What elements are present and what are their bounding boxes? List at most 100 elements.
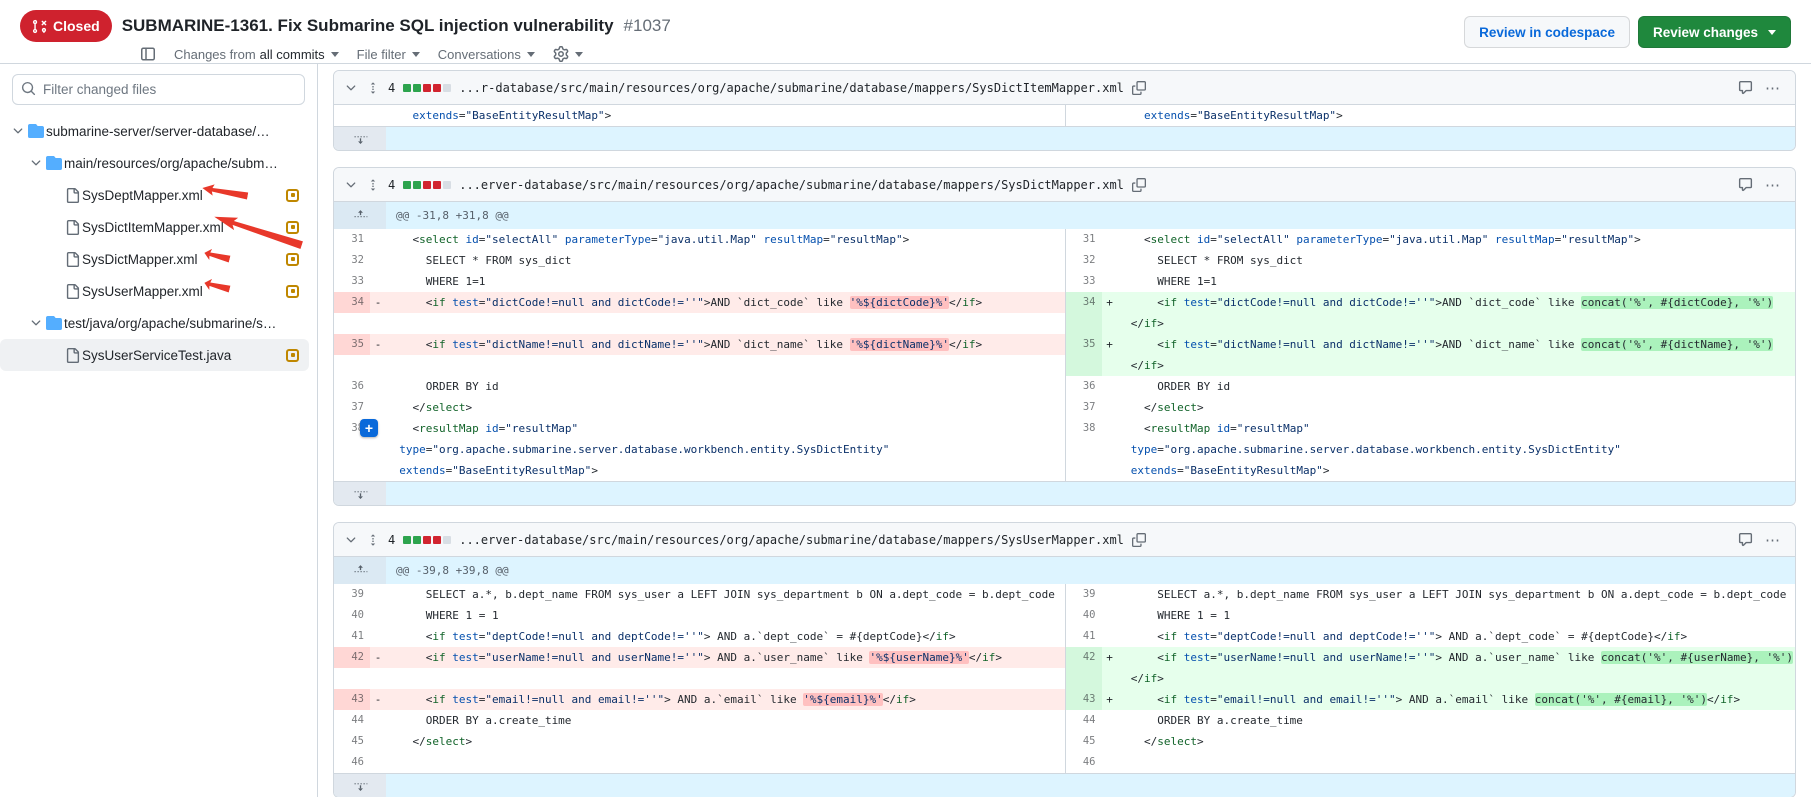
line-number[interactable]: 46: [1066, 752, 1102, 773]
review-changes-button[interactable]: Review changes: [1638, 16, 1791, 48]
line-number[interactable]: 35: [1066, 334, 1102, 355]
tree-folder-submarine-server-server-database-[interactable]: submarine-server/server-database/…: [0, 115, 309, 147]
expand-down-button[interactable]: [334, 482, 386, 505]
diff-sign: [1102, 105, 1118, 126]
line-number[interactable]: 31: [1066, 229, 1102, 250]
diff-stat-blocks: [403, 181, 451, 189]
tree-folder-test-java-org-apache-submarine-s-[interactable]: test/java/org/apache/submarine/s…: [0, 307, 309, 339]
tree-folder-main-resources-org-apache-subm-[interactable]: main/resources/org/apache/subm…: [0, 147, 309, 179]
drag-grabber-icon[interactable]: [366, 178, 380, 192]
collapse-diff-chevron-icon[interactable]: [344, 81, 358, 95]
diff-sign: +: [1102, 292, 1118, 313]
line-number[interactable]: 41: [1066, 626, 1102, 647]
diff-file-path[interactable]: ...r-database/src/main/resources/org/apa…: [459, 81, 1124, 95]
collapse-diff-chevron-icon[interactable]: [344, 178, 358, 192]
line-number[interactable]: 43: [334, 689, 370, 710]
line-number[interactable]: [1066, 668, 1102, 689]
changes-from-dropdown[interactable]: Changes from all commits: [174, 47, 339, 62]
sidebar-toggle-button[interactable]: [140, 46, 156, 62]
diff-sign: [370, 584, 386, 605]
chevron-down-icon[interactable]: [28, 156, 44, 170]
chevron-down-icon[interactable]: [10, 124, 26, 138]
diff-side-new: 39 SELECT a.*, b.dept_name FROM sys_user…: [1065, 584, 1796, 605]
chevron-down-icon[interactable]: [28, 316, 44, 330]
line-number[interactable]: 34: [1066, 292, 1102, 313]
line-number[interactable]: 36: [1066, 376, 1102, 397]
line-number[interactable]: 39: [1066, 584, 1102, 605]
comment-icon[interactable]: [1738, 80, 1753, 95]
copy-path-icon[interactable]: [1132, 178, 1146, 192]
comment-icon[interactable]: [1738, 177, 1753, 192]
diff-side-old: extends="BaseEntityResultMap">: [334, 460, 1065, 481]
line-number[interactable]: [334, 668, 370, 689]
tree-file-sysdictmapper-xml[interactable]: SysDictMapper.xml: [0, 243, 309, 275]
line-number[interactable]: 43: [1066, 689, 1102, 710]
line-number[interactable]: 33: [334, 271, 370, 292]
kebab-menu-icon[interactable]: ⋯: [1761, 531, 1785, 549]
expand-up-button[interactable]: [334, 557, 386, 584]
kebab-menu-icon[interactable]: ⋯: [1761, 79, 1785, 97]
expand-down-button[interactable]: [334, 774, 386, 797]
line-number[interactable]: [1066, 439, 1102, 460]
tree-file-sysusermapper-xml[interactable]: SysUserMapper.xml: [0, 275, 309, 307]
diff-side-old: 45 </select>: [334, 731, 1065, 752]
diff-side-old: 38 <resultMap id="resultMap": [334, 418, 1065, 439]
conversations-dropdown[interactable]: Conversations: [438, 47, 535, 62]
line-number[interactable]: 40: [334, 605, 370, 626]
copy-path-icon[interactable]: [1132, 533, 1146, 547]
line-number[interactable]: 44: [334, 710, 370, 731]
line-number[interactable]: [1066, 460, 1102, 481]
file-tree-sidebar: submarine-server/server-database/…main/r…: [0, 64, 318, 797]
line-number[interactable]: [334, 460, 370, 481]
diff-file-path[interactable]: ...erver-database/src/main/resources/org…: [459, 178, 1124, 192]
diff-settings-dropdown[interactable]: [553, 46, 583, 62]
drag-grabber-icon[interactable]: [366, 81, 380, 95]
line-number[interactable]: 45: [1066, 731, 1102, 752]
line-number[interactable]: [1066, 313, 1102, 334]
comment-icon[interactable]: [1738, 532, 1753, 547]
line-number[interactable]: 35: [334, 334, 370, 355]
expand-up-button[interactable]: [334, 202, 386, 229]
line-number[interactable]: [1066, 355, 1102, 376]
review-in-codespace-button[interactable]: Review in codespace: [1464, 16, 1630, 48]
collapse-diff-chevron-icon[interactable]: [344, 533, 358, 547]
line-number[interactable]: 46: [334, 752, 370, 773]
copy-path-icon[interactable]: [1132, 81, 1146, 95]
line-number[interactable]: 45: [334, 731, 370, 752]
line-number[interactable]: 39: [334, 584, 370, 605]
line-number[interactable]: 38: [1066, 418, 1102, 439]
line-number[interactable]: 44: [1066, 710, 1102, 731]
diff-sign: [1102, 584, 1118, 605]
line-number[interactable]: [334, 355, 370, 376]
tree-file-sysdeptmapper-xml[interactable]: SysDeptMapper.xml: [0, 179, 309, 211]
diff-file-path[interactable]: ...erver-database/src/main/resources/org…: [459, 533, 1124, 547]
expand-down-button[interactable]: [334, 127, 386, 150]
chevron-down-icon: [1768, 30, 1776, 35]
tree-file-sysuserservicetest-java[interactable]: SysUserServiceTest.java: [0, 339, 309, 371]
line-number[interactable]: 33: [1066, 271, 1102, 292]
tree-file-sysdictitemmapper-xml[interactable]: SysDictItemMapper.xml: [0, 211, 309, 243]
line-number[interactable]: 42: [334, 647, 370, 668]
file-filter-input[interactable]: [12, 74, 305, 105]
line-number[interactable]: 36: [334, 376, 370, 397]
diff-panel: 4...r-database/src/main/resources/org/ap…: [333, 70, 1796, 151]
line-number[interactable]: 37: [334, 397, 370, 418]
diff-side-new: 42+ <if test="userName!=null and userNam…: [1065, 647, 1796, 668]
line-number[interactable]: 32: [334, 250, 370, 271]
line-number[interactable]: 40: [1066, 605, 1102, 626]
file-filter-dropdown[interactable]: File filter: [357, 47, 420, 62]
line-number[interactable]: [334, 439, 370, 460]
line-number[interactable]: 41: [334, 626, 370, 647]
kebab-menu-icon[interactable]: ⋯: [1761, 176, 1785, 194]
line-number[interactable]: [1066, 105, 1102, 126]
line-number[interactable]: [334, 105, 370, 126]
drag-grabber-icon[interactable]: [366, 533, 380, 547]
diff-side-old: [334, 668, 1065, 689]
line-number[interactable]: 31: [334, 229, 370, 250]
line-number[interactable]: 37: [1066, 397, 1102, 418]
line-number[interactable]: 42: [1066, 647, 1102, 668]
line-number[interactable]: 32: [1066, 250, 1102, 271]
line-number[interactable]: 34: [334, 292, 370, 313]
add-comment-plus-button[interactable]: +: [360, 419, 378, 437]
line-number[interactable]: [334, 313, 370, 334]
